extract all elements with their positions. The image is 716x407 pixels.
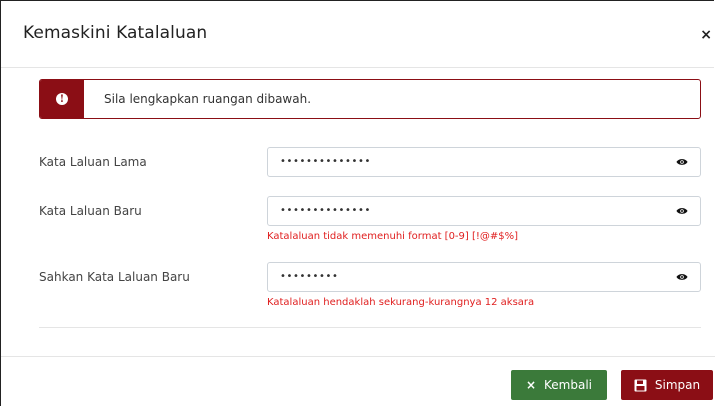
new-password-error: Katalaluan tidak memenuhi format [0-9] [… — [267, 231, 519, 242]
confirm-password-field[interactable]: ••••••••• — [267, 262, 701, 292]
old-password-label: Kata Laluan Lama — [39, 155, 147, 169]
save-button[interactable]: Simpan — [621, 370, 713, 400]
change-password-modal: Kemaskini Katalaluan × ! Sila lengkapkan… — [0, 0, 715, 406]
old-password-value: •••••••••••••• — [280, 156, 371, 167]
modal-title: Kemaskini Katalaluan — [23, 23, 208, 43]
back-button[interactable]: × Kembali — [511, 370, 607, 400]
alert-banner: ! Sila lengkapkan ruangan dibawah. — [39, 79, 701, 119]
times-icon: × — [525, 378, 537, 392]
old-password-field[interactable]: •••••••••••••• — [267, 147, 701, 177]
new-password-field[interactable]: •••••••••••••• — [267, 196, 701, 226]
confirm-password-value: ••••••••• — [280, 271, 339, 282]
modal-header: Kemaskini Katalaluan × — [1, 1, 714, 68]
alert-icon-box: ! — [40, 80, 84, 118]
footer-divider — [1, 356, 715, 357]
close-icon[interactable]: × — [700, 27, 712, 43]
save-button-label: Simpan — [654, 378, 701, 392]
back-button-label: Kembali — [544, 378, 593, 392]
info-circle-icon: ! — [56, 93, 68, 105]
eye-icon[interactable] — [676, 157, 688, 167]
form-divider — [39, 327, 701, 328]
floppy-disk-icon — [634, 379, 647, 391]
confirm-password-error: Katalaluan hendaklah sekurang-kurangnya … — [267, 297, 535, 308]
eye-icon[interactable] — [676, 206, 688, 216]
alert-message: Sila lengkapkan ruangan dibawah. — [104, 92, 312, 106]
eye-icon[interactable] — [676, 272, 688, 282]
confirm-password-label: Sahkan Kata Laluan Baru — [39, 270, 190, 284]
new-password-label: Kata Laluan Baru — [39, 204, 142, 218]
new-password-value: •••••••••••••• — [280, 205, 371, 216]
